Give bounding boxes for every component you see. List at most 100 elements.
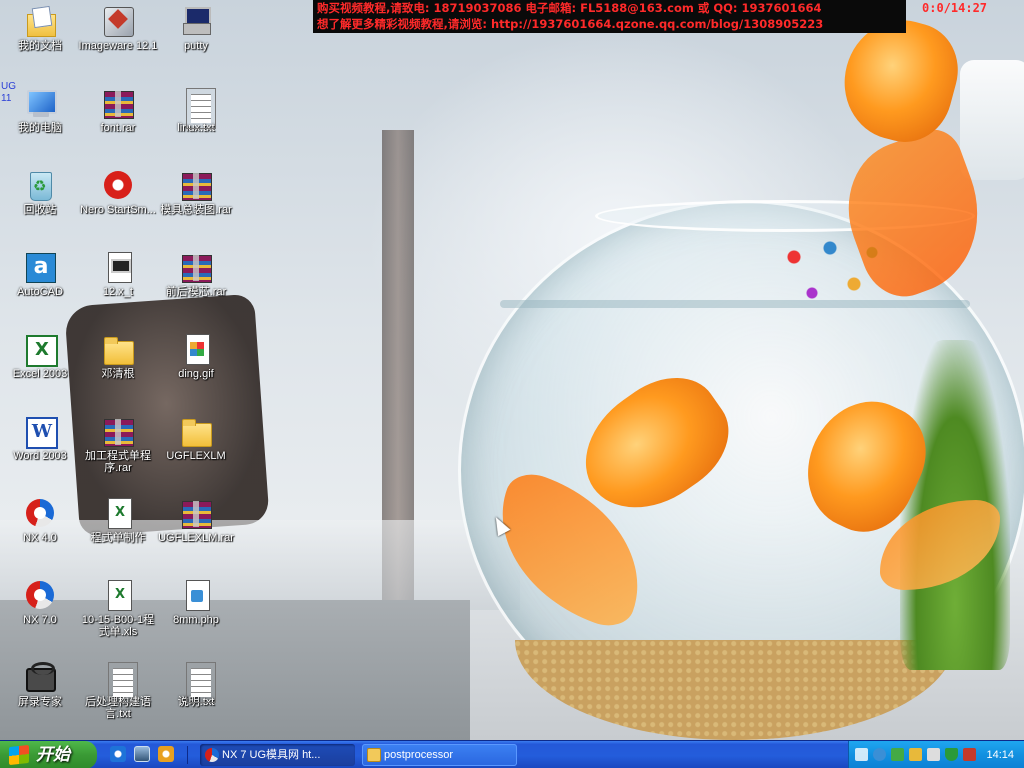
internet-explorer-icon[interactable] <box>110 746 126 762</box>
notification-icon[interactable] <box>927 748 940 761</box>
desktop-icon-label: 我的文档 <box>18 40 62 52</box>
text-file-icon <box>101 660 138 703</box>
wallpaper-column <box>382 130 414 610</box>
desktop-icon-program-sheet-xls[interactable]: 10-15-B00-1程式单.xls <box>78 578 158 638</box>
putty-icon <box>179 4 213 38</box>
desktop-icon-ugflexlm-folder[interactable]: UGFLEXLM <box>156 414 236 462</box>
back-arrow-icon[interactable] <box>873 748 886 761</box>
rar-archive-icon <box>179 250 213 284</box>
wallpaper-fishbowl <box>458 200 1024 740</box>
nx-icon <box>205 748 219 762</box>
watermark-banner: 购买视频教程,请致电: 18719037086 电子邮箱: FL5188@163… <box>313 0 906 33</box>
taskbar-button-label: postprocessor <box>384 749 454 761</box>
desktop-icon-label: NX 4.0 <box>23 532 57 544</box>
my-computer-icon <box>23 86 57 120</box>
banner-line-2: 想了解更多精彩视频教程,请浏览: http://1937601664.qzone… <box>317 17 824 31</box>
desktop-icon-excel-2003[interactable]: Excel 2003 <box>0 332 80 380</box>
desktop-icon-label: Imageware 12.1 <box>78 40 158 52</box>
desktop-icon-word-2003[interactable]: Word 2003 <box>0 414 80 462</box>
desktop-icon-putty[interactable]: putty <box>156 4 236 52</box>
autocad-icon <box>23 250 57 284</box>
desktop-icon-my-documents[interactable]: 我的文档 <box>0 4 80 52</box>
start-button[interactable]: 开始 <box>0 741 97 768</box>
desktop-icon-postprocessor-txt[interactable]: 后处理构建语言.txt <box>78 660 158 720</box>
network-icon[interactable] <box>891 748 904 761</box>
desktop-icon-folder-dengqinggen[interactable]: 邓清根 <box>78 332 158 380</box>
screen-recorder-icon <box>23 660 57 694</box>
desktop-icon-font-rar[interactable]: font.rar <box>78 86 158 134</box>
desktop-icon-label: 前后模芯.rar <box>165 286 227 298</box>
desktop-icon-label: 8mm.php <box>173 614 219 626</box>
desktop-icon-label: 回收站 <box>23 204 57 216</box>
desktop-icon-mold-assembly-rar[interactable]: 模具总装图.rar <box>156 168 236 216</box>
banner-line-1: 购买视频教程,请致电: 18719037086 电子邮箱: FL5188@163… <box>317 1 822 15</box>
folder-icon <box>101 332 135 366</box>
desktop-icon-linux-txt[interactable]: linux.txt <box>156 86 236 134</box>
desktop-icon-nero[interactable]: Nero StartSm... <box>78 168 158 216</box>
desktop[interactable]: UG 11 购买视频教程,请致电: 18719037086 电子邮箱: FL51… <box>0 0 1024 740</box>
text-file-icon <box>179 86 216 129</box>
desktop-icon-autocad[interactable]: AutoCAD <box>0 250 80 298</box>
desktop-icon-label: 我的电脑 <box>18 122 62 134</box>
input-method-icon[interactable] <box>909 748 922 761</box>
desktop-icon-label: 10-15-B00-1程式单.xls <box>81 614 155 638</box>
desktop-icon-8mm-php[interactable]: 8mm.php <box>156 578 236 626</box>
desktop-icon-12-xt[interactable]: 12.x_t <box>78 250 158 298</box>
quick-launch-bar <box>104 746 188 764</box>
taskbar: 开始 NX 7 UG模具网 ht... postprocessor 14:14 <box>0 740 1024 768</box>
clock[interactable]: 14:14 <box>986 741 1014 768</box>
folder-icon <box>367 748 381 762</box>
wallpaper-goldfish-tail <box>828 122 1002 308</box>
php-file-icon <box>179 578 213 612</box>
taskbar-button-postprocessor[interactable]: postprocessor <box>362 744 517 766</box>
system-tray: 14:14 <box>848 741 1024 768</box>
excel-icon <box>23 332 58 367</box>
desktop-icon-recycle-bin[interactable]: 回收站 <box>0 168 80 216</box>
excel-file-icon <box>101 496 135 530</box>
imageware-icon <box>101 4 135 38</box>
desktop-icon-nx-4[interactable]: NX 4.0 <box>0 496 80 544</box>
desktop-icon-ding-gif[interactable]: ding.gif <box>156 332 236 380</box>
my-documents-icon <box>23 4 57 38</box>
desktop-icon-program-sheet-maker[interactable]: 程式单制作 <box>78 496 158 544</box>
desktop-icon-label: 屏录专家 <box>18 696 62 708</box>
wallpaper-bowl-rim <box>595 200 975 232</box>
wallpaper-pebbles <box>770 230 890 320</box>
desktop-icon-label: UGFLEXLM.rar <box>158 532 234 544</box>
wallpaper-goldfish-tail <box>880 500 1000 590</box>
desktop-icon-my-computer[interactable]: 我的电脑 <box>0 86 80 134</box>
keyboard-icon[interactable] <box>855 748 868 761</box>
wallpaper-goldfish <box>787 382 943 548</box>
desktop-icon-label: Nero StartSm... <box>80 204 156 216</box>
wallpaper-goldfish-tail <box>474 466 666 634</box>
show-desktop-icon[interactable] <box>134 746 150 762</box>
wallpaper-plant <box>900 340 1010 670</box>
recording-timer: 0:0/14:27 <box>922 1 988 15</box>
desktop-icon-label: 12.x_t <box>103 286 133 298</box>
taskbar-button-nx7[interactable]: NX 7 UG模具网 ht... <box>200 744 355 766</box>
desktop-icon-ugflexlm-rar[interactable]: UGFLEXLM.rar <box>156 496 236 544</box>
rar-archive-icon <box>179 168 213 202</box>
nero-icon <box>101 168 135 202</box>
desktop-icon-label: ding.gif <box>178 368 214 380</box>
desktop-icon-readme-txt[interactable]: 说明.txt <box>156 660 236 708</box>
wallpaper-waterline <box>500 300 970 308</box>
desktop-icon-label: 加工程式单程序.rar <box>85 450 151 474</box>
desktop-icon-label: UGFLEXLM <box>166 450 226 462</box>
desktop-icon-screen-recorder[interactable]: 屏录专家 <box>0 660 80 708</box>
security-shield-icon[interactable] <box>945 748 958 761</box>
desktop-icon-label: Word 2003 <box>13 450 67 462</box>
start-label: 开始 <box>36 745 70 765</box>
desktop-icon-label: putty <box>184 40 208 52</box>
media-player-icon[interactable] <box>158 746 174 762</box>
rar-archive-icon <box>179 496 213 530</box>
desktop-icon-imageware[interactable]: Imageware 12.1 <box>78 4 158 52</box>
desktop-icon-nx-7[interactable]: NX 7.0 <box>0 578 80 626</box>
mouse-cursor-icon <box>489 513 511 537</box>
antivirus-icon[interactable] <box>963 748 976 761</box>
recycle-bin-icon <box>23 168 57 202</box>
desktop-icon-label: Excel 2003 <box>12 368 68 380</box>
desktop-icon-core-cavity-rar[interactable]: 前后模芯.rar <box>156 250 236 298</box>
model-file-icon <box>101 250 135 284</box>
desktop-icon-program-sheet-rar[interactable]: 加工程式单程序.rar <box>78 414 158 474</box>
